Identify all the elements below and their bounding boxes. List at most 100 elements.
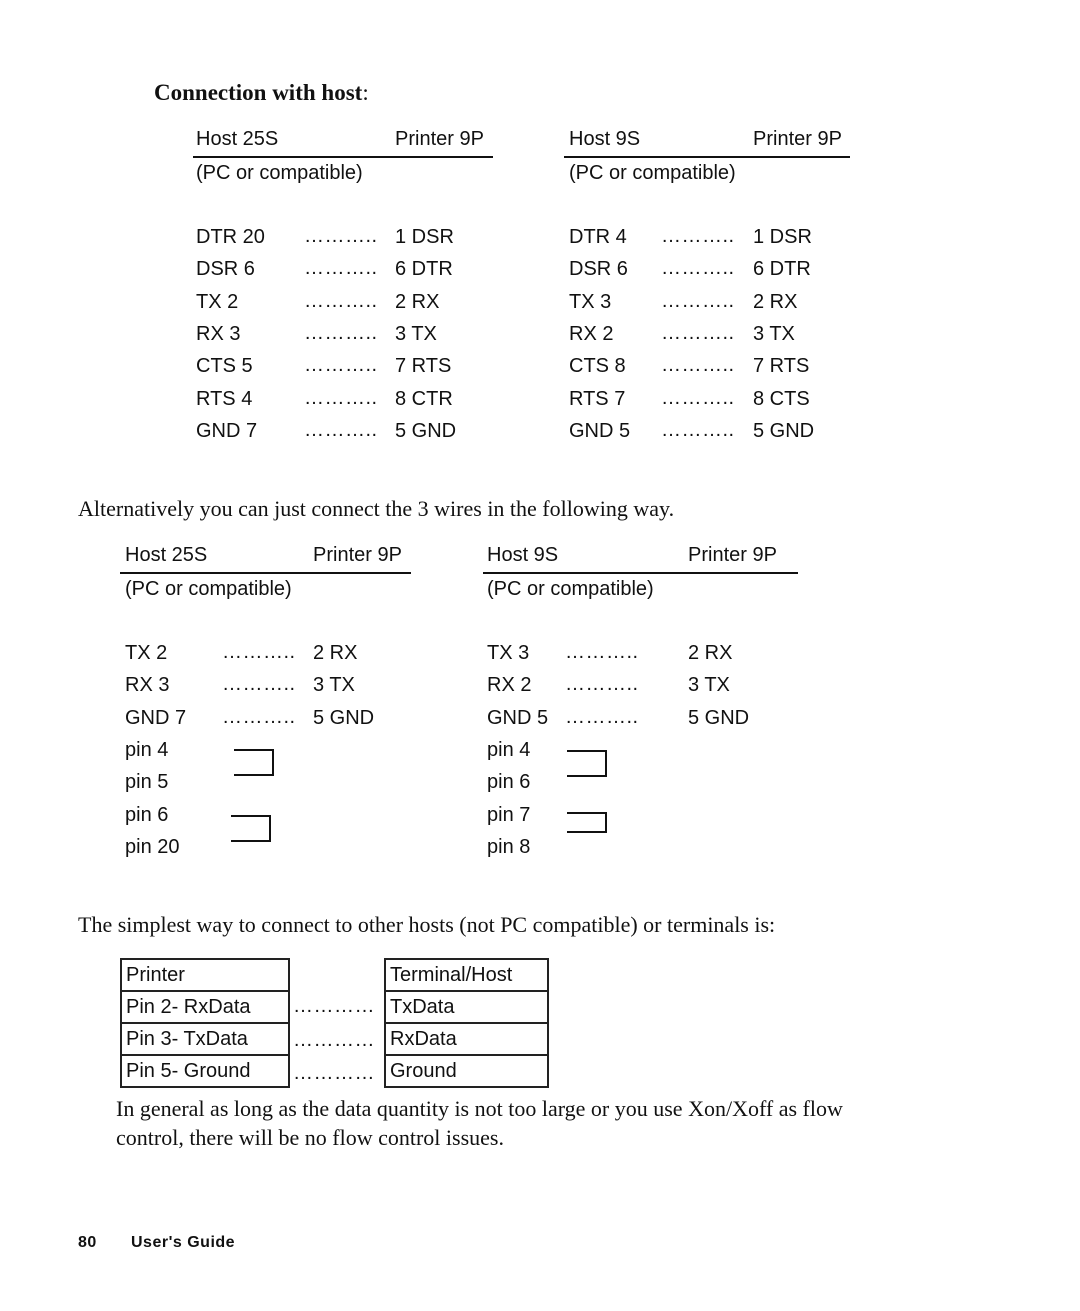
leader-dots: …………: [293, 1028, 375, 1051]
printer-table-row: Pin 2- RxData: [120, 990, 290, 1024]
jumper-bracket-pin4-pin5: [234, 749, 274, 776]
column-header-printer: Printer 9P: [753, 128, 842, 150]
column-header-printer: Printer 9P: [395, 128, 484, 150]
printer-pin: 1 DSR: [753, 226, 812, 248]
column-header-printer: Printer 9P: [688, 544, 777, 566]
header-divider: [483, 572, 798, 574]
header-subtitle: (PC or compatible): [569, 162, 736, 184]
jumper-bracket-pin6-pin20: [231, 815, 271, 842]
host-pin: CTS 5: [196, 355, 253, 378]
header-divider: [193, 156, 493, 158]
jumper-pin-label: pin 6: [125, 803, 169, 826]
host-pin: TX 3: [487, 642, 530, 664]
paragraph-flow-control-line1: In general as long as the data quantity …: [116, 1096, 843, 1121]
printer-pin: 2 RX: [395, 290, 440, 313]
column-header-host: Host 9S: [487, 544, 559, 566]
host-pin: GND 7: [196, 419, 258, 442]
terminal-table-row: TxData: [384, 990, 549, 1024]
leader-dots: ………..: [222, 641, 296, 663]
host-pin: RX 3: [196, 322, 241, 345]
printer-pin: 7 RTS: [395, 355, 452, 378]
host-pin: GND 5: [487, 706, 549, 729]
table-cell: Pin 3- TxData: [120, 1022, 290, 1056]
jumper-bracket-pin7-pin8: [567, 812, 607, 833]
printer-table-row: Pin 3- TxData: [120, 1022, 290, 1056]
printer-pin: 8 CTS: [753, 387, 810, 410]
printer-pin: 3 TX: [753, 322, 795, 345]
header-subtitle: (PC or compatible): [196, 162, 363, 184]
terminal-table-row: Terminal/Host: [384, 958, 549, 992]
printer-pin: 5 GND: [313, 706, 375, 729]
table-cell: RxData: [384, 1022, 549, 1056]
leader-dots: ………..: [565, 673, 639, 696]
page-number: 80: [78, 1234, 97, 1251]
printer-pin: 5 GND: [395, 419, 457, 442]
leader-dots: ………..: [661, 354, 735, 377]
jumper-pin-label: pin 4: [125, 739, 169, 761]
jumper-pin-label: pin 6: [487, 771, 531, 794]
host-pin: TX 2: [125, 642, 168, 664]
printer-pin-table: Printer Pin 2- RxData Pin 3- TxData Pin 5- …: [120, 958, 290, 1088]
terminal-host-table: Terminal/Host TxData RxData Ground: [384, 958, 549, 1088]
leader-dots: ………..: [661, 257, 735, 280]
printer-table-row: Pin 5- Ground: [120, 1054, 290, 1088]
paragraph-alternative: Alternatively you can just connect the 3…: [78, 496, 675, 521]
printer-pin: 6 DTR: [753, 258, 811, 281]
table-cell: TxData: [384, 990, 549, 1024]
footer-title: User's Guide: [131, 1234, 236, 1251]
host-pin: RTS 4: [196, 387, 253, 410]
table-cell: Pin 5- Ground: [120, 1054, 290, 1088]
jumper-pin-label: pin 20: [125, 835, 180, 858]
column-header-printer: Printer 9P: [313, 544, 402, 566]
printer-pin: 2 RX: [313, 642, 358, 664]
printer-pin: 5 GND: [688, 706, 750, 729]
host-pin: DTR 20: [196, 226, 265, 248]
printer-pin: 2 RX: [688, 642, 733, 664]
table-header-cell: Printer: [120, 958, 290, 992]
leader-dots: ………..: [565, 705, 639, 728]
printer-pin: 3 TX: [688, 674, 730, 697]
leader-dots: ………..: [661, 386, 735, 409]
leader-dots: ………..: [304, 321, 378, 344]
printer-table-row: Printer: [120, 958, 290, 992]
jumper-pin-label: pin 7: [487, 803, 531, 826]
terminal-table-row: RxData: [384, 1022, 549, 1056]
printer-pin: 6 DTR: [395, 258, 453, 281]
table-cell: Ground: [384, 1054, 549, 1088]
printer-pin: 1 DSR: [395, 226, 454, 248]
heading-colon: :: [362, 80, 369, 105]
jumper-pin-label: pin 5: [125, 771, 169, 794]
table-cell: Pin 2- RxData: [120, 990, 290, 1024]
header-divider: [564, 156, 850, 158]
printer-pin: 3 TX: [313, 674, 355, 697]
header-divider: [120, 572, 411, 574]
host-pin: TX 2: [196, 290, 239, 313]
terminal-table-row: Ground: [384, 1054, 549, 1088]
leader-dots: …………: [293, 995, 375, 1017]
leader-dots: ………..: [661, 289, 735, 312]
printer-pin: 7 RTS: [753, 355, 810, 378]
heading-title: Connection with host: [154, 80, 363, 105]
leader-dots: ………..: [304, 289, 378, 312]
host-pin: RX 2: [487, 674, 532, 697]
column-header-host: Host 9S: [569, 128, 641, 150]
table-header-cell: Terminal/Host: [384, 958, 549, 992]
leader-dots: ………..: [304, 418, 378, 441]
host-pin: DSR 6: [196, 258, 255, 281]
host-pin: DTR 4: [569, 226, 627, 248]
jumper-pin-label: pin 4: [487, 739, 531, 761]
column-header-host: Host 25S: [125, 544, 208, 566]
printer-pin: 2 RX: [753, 290, 798, 313]
leader-dots: ………..: [304, 386, 378, 409]
leader-dots: …………: [293, 1062, 375, 1085]
section-heading: Connection with host:: [154, 80, 369, 106]
leader-dots: ………..: [222, 705, 296, 728]
host-pin: RTS 7: [569, 387, 626, 410]
leader-dots: ………..: [661, 321, 735, 344]
leader-dots: ………..: [565, 641, 639, 663]
leader-dots: ………..: [661, 418, 735, 441]
leader-dots: ………..: [661, 225, 735, 247]
header-subtitle: (PC or compatible): [125, 578, 292, 600]
host-pin: GND 7: [125, 706, 187, 729]
printer-pin: 3 TX: [395, 322, 437, 345]
